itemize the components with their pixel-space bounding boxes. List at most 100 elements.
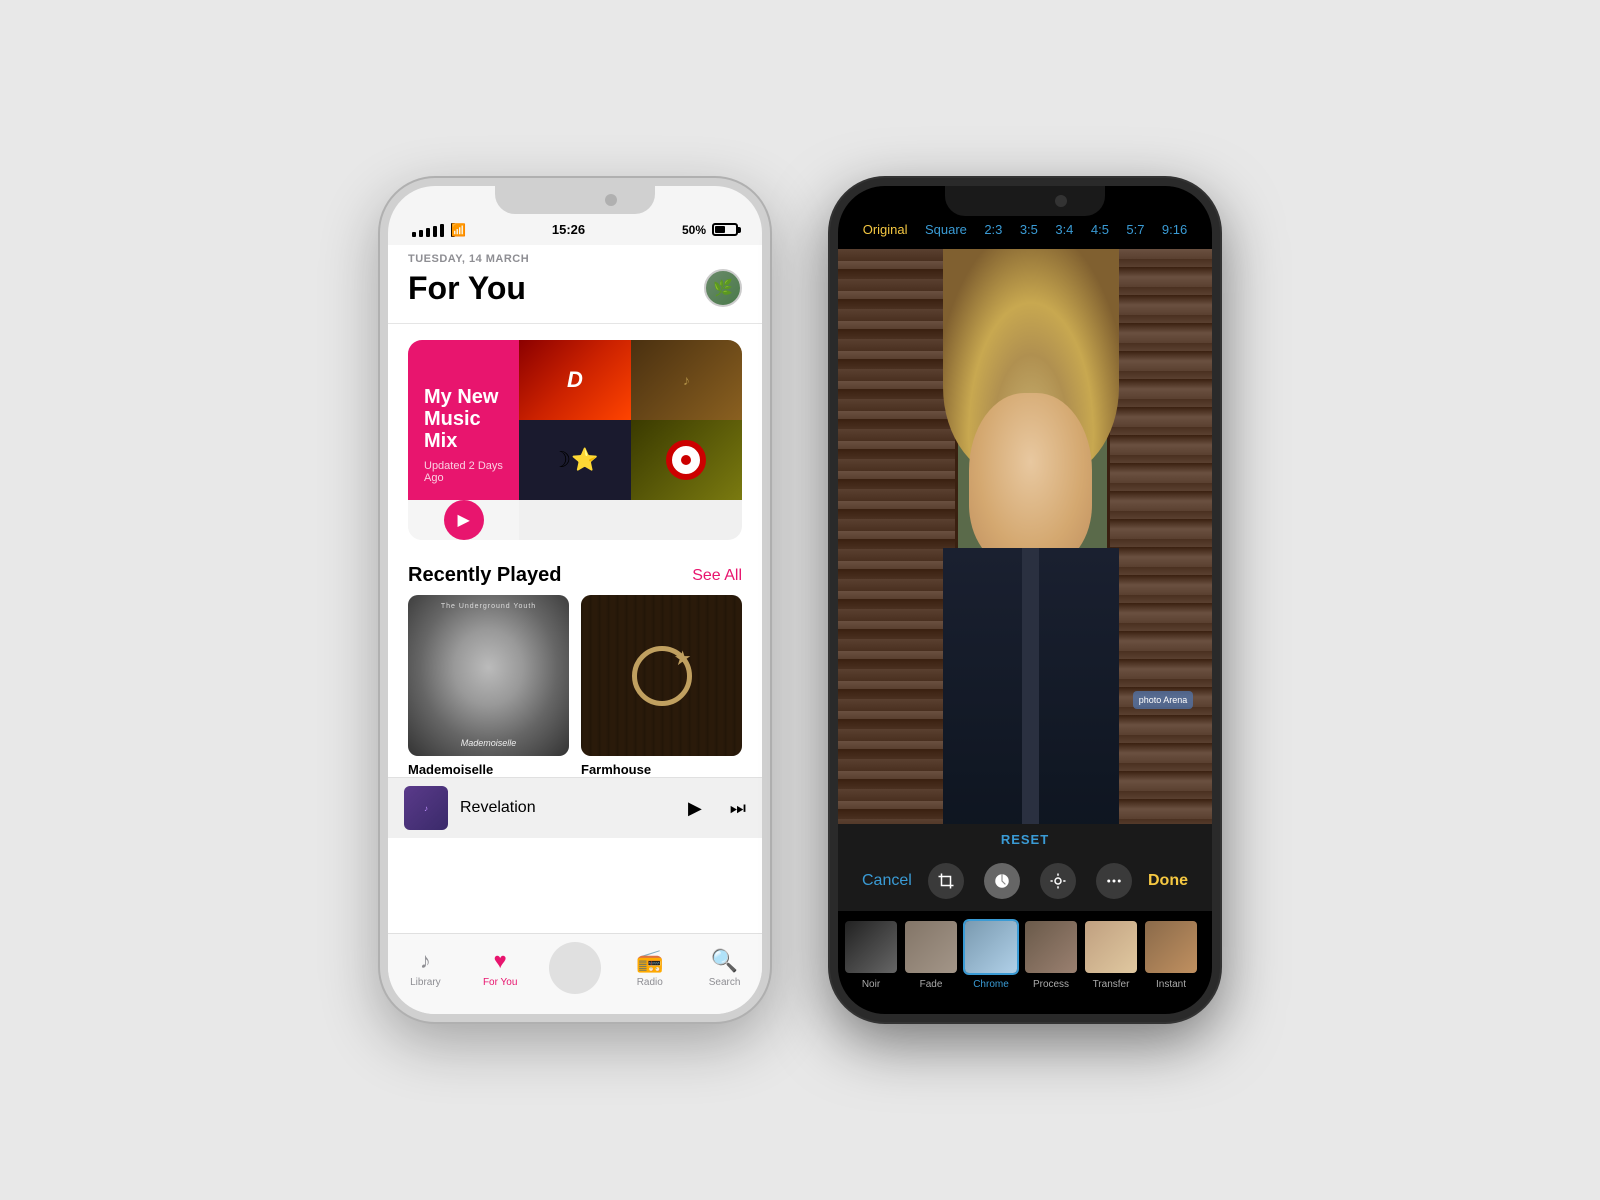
tab-radio-label: Radio	[637, 977, 663, 988]
recent-card-farmhouse[interactable]: ★ Farmhouse	[581, 595, 742, 777]
home-button[interactable]	[549, 942, 601, 994]
music-date: TUESDAY, 14 MARCH	[408, 253, 742, 265]
tab-bar-bottom	[838, 994, 1212, 1014]
filter-transfer-label: Transfer	[1093, 979, 1130, 990]
mix-thumb-doors: D	[519, 340, 630, 420]
mix-thumb-4	[631, 420, 742, 500]
crop-3-4[interactable]: 3:4	[1055, 222, 1073, 237]
time-display: 15:26	[552, 222, 585, 237]
reset-button[interactable]: RESET	[1001, 832, 1049, 847]
record-icon	[666, 440, 706, 480]
tab-library[interactable]: ♪ Library	[395, 948, 455, 988]
filter-process-thumb	[1023, 919, 1079, 975]
status-bar-left: 📶 15:26 50%	[388, 186, 762, 245]
band-name-overlay: The Underground Youth	[408, 603, 569, 610]
done-button[interactable]: Done	[1148, 872, 1188, 890]
filter-process-label: Process	[1033, 979, 1069, 990]
mix-section: My New Music Mix Updated 2 Days Ago D ♪	[388, 324, 762, 556]
battery-icon	[712, 223, 738, 236]
toolbar-icons	[928, 863, 1132, 899]
play-icon[interactable]: ▶	[688, 798, 702, 819]
crop-3-5[interactable]: 3:5	[1020, 222, 1038, 237]
filter-noir-label: Noir	[862, 979, 880, 990]
filter-fade[interactable]: Fade	[902, 919, 960, 990]
now-playing-bar[interactable]: ♪ Revelation ▶ ⏭	[388, 777, 762, 838]
mix-card[interactable]: My New Music Mix Updated 2 Days Ago D ♪	[408, 340, 742, 540]
mix-main-tile[interactable]: My New Music Mix Updated 2 Days Ago	[408, 340, 519, 500]
page-title: For You	[408, 270, 526, 307]
filter-fade-thumb	[903, 919, 959, 975]
now-playing-art: ♪	[404, 786, 448, 830]
filter-instant-label: Instant	[1156, 979, 1186, 990]
album-art-farmhouse: ★	[581, 595, 742, 756]
mademoiselle-cover: The Underground Youth Mademoiselle	[408, 595, 569, 756]
recent-card-mademoiselle[interactable]: The Underground Youth Mademoiselle Madem…	[408, 595, 569, 777]
tab-library-label: Library	[410, 977, 441, 988]
more-tool-icon[interactable]	[1096, 863, 1132, 899]
recent-label-farmhouse: Farmhouse	[581, 762, 742, 777]
brightness-tool-icon[interactable]	[1040, 863, 1076, 899]
crop-9-16[interactable]: 9:16	[1162, 222, 1187, 237]
filter-fade-label: Fade	[920, 979, 943, 990]
play-button-circle[interactable]: ▶	[444, 500, 484, 540]
avatar[interactable]: 🌿	[704, 269, 742, 307]
farmhouse-cover: ★	[581, 595, 742, 756]
battery-percent: 50%	[682, 223, 706, 237]
filter-instant[interactable]: Instant	[1142, 919, 1200, 990]
battery-fill	[715, 226, 725, 233]
filter-noir[interactable]: Noir	[842, 919, 900, 990]
reset-bar: RESET	[838, 824, 1212, 855]
tab-for-you-label: For You	[483, 977, 517, 988]
recent-row: The Underground Youth Mademoiselle Madem…	[388, 595, 762, 777]
mix-thumb-moon: ☽⭐	[519, 420, 630, 500]
now-playing-title: Revelation	[460, 799, 676, 817]
tab-radio[interactable]: 📻 Radio	[620, 948, 680, 988]
filter-noir-thumb	[843, 919, 899, 975]
tab-search[interactable]: 🔍 Search	[695, 948, 755, 988]
mix-thumb-play[interactable]: ▶	[408, 500, 519, 540]
camera-dot-right	[1055, 195, 1067, 207]
status-right: 50%	[682, 223, 738, 237]
crop-2-3[interactable]: 2:3	[984, 222, 1002, 237]
mix-updated: Updated 2 Days Ago	[424, 460, 503, 484]
camera-dot-left	[605, 194, 617, 206]
tab-for-you[interactable]: ♥ For You	[470, 948, 530, 988]
filter-chrome[interactable]: Chrome	[962, 919, 1020, 990]
right-phone: Original Square 2:3 3:5 3:4 4:5 5:7 9:16	[830, 178, 1220, 1022]
music-title-row: For You 🌿	[408, 269, 742, 307]
crop-square[interactable]: Square	[925, 222, 967, 237]
crop-4-5[interactable]: 4:5	[1091, 222, 1109, 237]
signal-bars: 📶	[412, 223, 455, 237]
for-you-icon: ♥	[494, 948, 507, 974]
album-art-mademoiselle: The Underground Youth Mademoiselle	[408, 595, 569, 756]
tab-search-label: Search	[709, 977, 741, 988]
tab-bar: ♪ Library ♥ For You 📻 Radio 🔍 Search	[388, 933, 762, 1014]
crop-options-bar: Original Square 2:3 3:5 3:4 4:5 5:7 9:16	[838, 186, 1212, 249]
crop-tool-icon[interactable]	[928, 863, 964, 899]
watermark: photo Arena	[1133, 691, 1194, 709]
photo-container: photo Arena	[838, 249, 1212, 824]
face-background	[408, 595, 569, 756]
section-header-recent: Recently Played See All	[388, 556, 762, 595]
mix-title: My New Music Mix	[424, 386, 503, 452]
search-icon: 🔍	[711, 948, 738, 974]
recent-label-mademoiselle: Mademoiselle	[408, 762, 569, 777]
crop-original[interactable]: Original	[863, 222, 908, 237]
photo-toolbar: Cancel	[838, 855, 1212, 911]
tab-home-center[interactable]	[545, 942, 605, 994]
music-header: TUESDAY, 14 MARCH For You 🌿	[388, 245, 762, 324]
filter-transfer-thumb	[1083, 919, 1139, 975]
filter-tool-icon[interactable]	[984, 863, 1020, 899]
filter-transfer[interactable]: Transfer	[1082, 919, 1140, 990]
farmhouse-moon-icon: ★	[632, 646, 692, 706]
skip-icon[interactable]: ⏭	[730, 798, 746, 819]
album-title-overlay: Mademoiselle	[408, 738, 569, 748]
cancel-button[interactable]: Cancel	[862, 872, 912, 890]
music-content: TUESDAY, 14 MARCH For You 🌿 My New Music…	[388, 245, 762, 933]
farmhouse-star-icon: ★	[674, 646, 692, 671]
see-all-button[interactable]: See All	[692, 567, 742, 585]
filter-strip: Noir Fade Chrome Process Transfer	[838, 911, 1212, 994]
crop-5-7[interactable]: 5:7	[1126, 222, 1144, 237]
filter-chrome-label: Chrome	[973, 979, 1009, 990]
filter-process[interactable]: Process	[1022, 919, 1080, 990]
